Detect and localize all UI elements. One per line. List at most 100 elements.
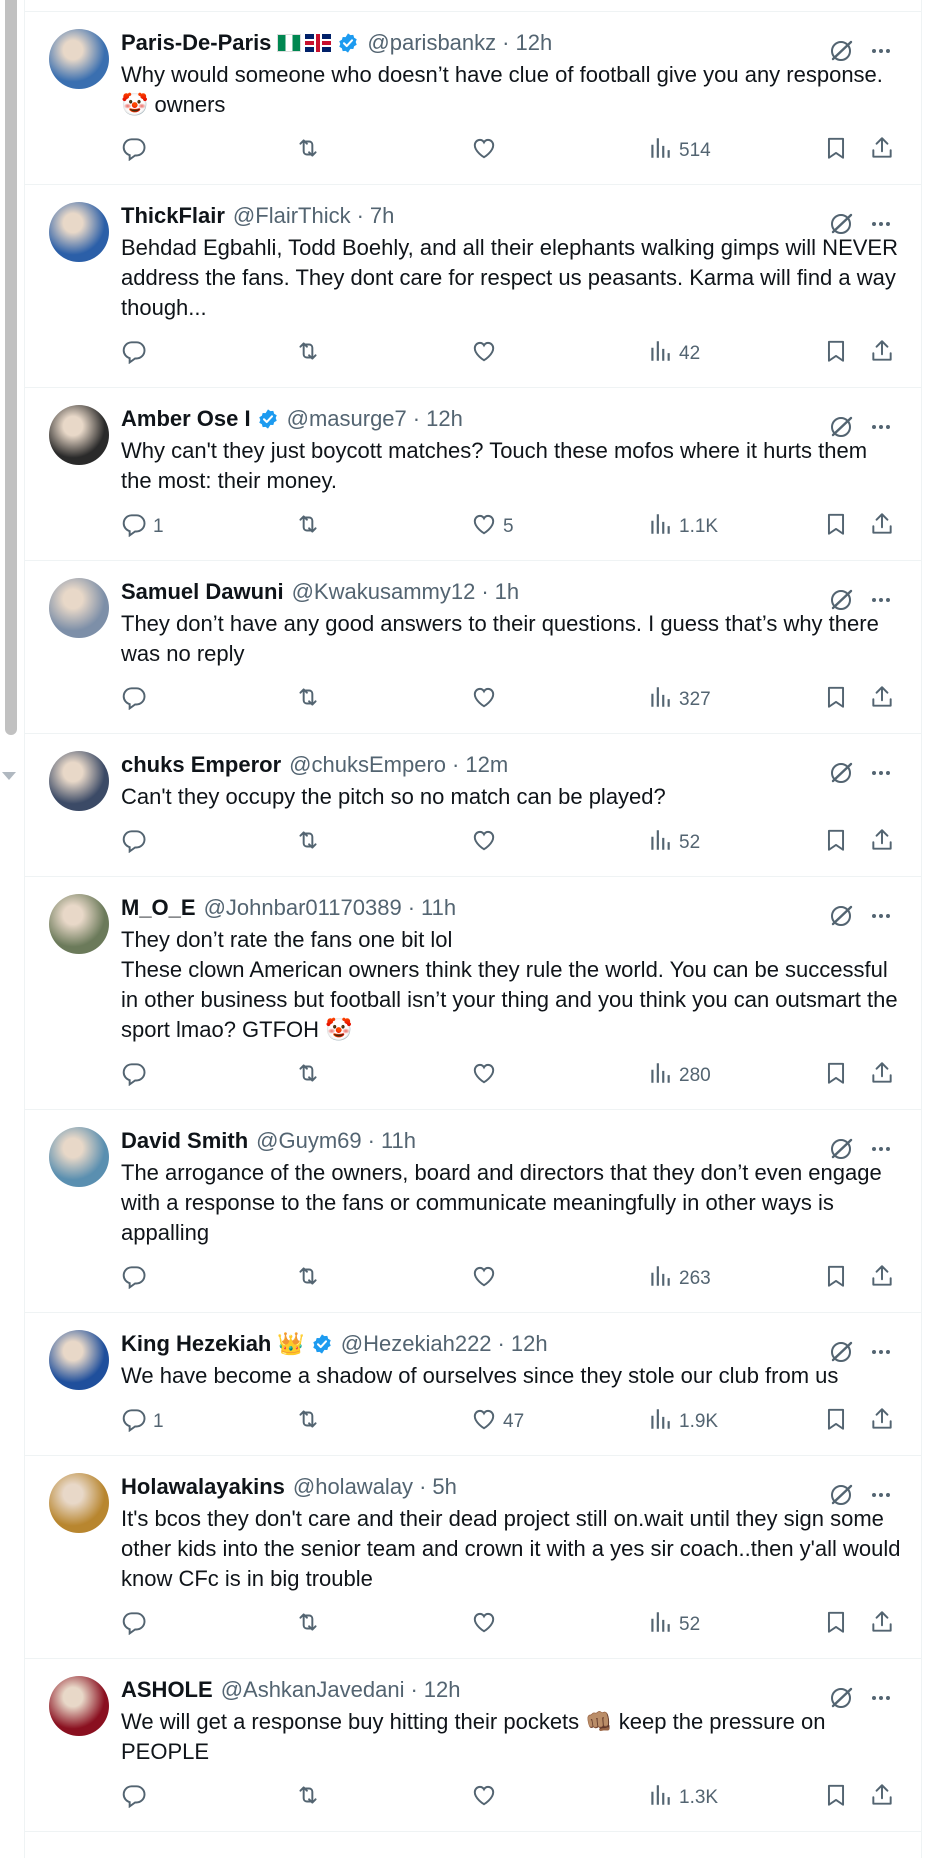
timestamp[interactable]: 11h [381, 1128, 416, 1154]
bookmark-button[interactable] [823, 1405, 849, 1439]
user-handle[interactable]: @parisbankz [367, 30, 496, 56]
more-options-icon[interactable] [867, 1684, 895, 1712]
bookmark-button[interactable] [823, 134, 849, 168]
user-handle[interactable]: @holawalay [293, 1474, 413, 1500]
views-button[interactable]: 42 [647, 337, 700, 371]
more-options-icon[interactable] [867, 586, 895, 614]
views-button[interactable]: 1.3K [647, 1781, 718, 1815]
share-button[interactable] [869, 1405, 895, 1439]
retweet-button[interactable] [295, 1262, 327, 1296]
user-handle[interactable]: @Kwakusammy12 [292, 579, 476, 605]
bookmark-button[interactable] [823, 1608, 849, 1642]
user-handle[interactable]: @AshkanJavedani [221, 1677, 405, 1703]
views-button[interactable]: 280 [647, 1059, 711, 1093]
avatar[interactable] [49, 405, 109, 465]
share-button[interactable] [869, 134, 895, 168]
reply-button[interactable] [121, 1781, 153, 1815]
timestamp[interactable]: 12h [424, 1677, 461, 1703]
reply-button[interactable]: 1 [121, 510, 164, 544]
user-handle[interactable]: @Johnbar01170389 [204, 895, 402, 921]
avatar[interactable] [49, 1676, 109, 1736]
grok-explain-icon[interactable] [827, 586, 855, 614]
more-options-icon[interactable] [867, 902, 895, 930]
retweet-button[interactable] [295, 1059, 327, 1093]
timestamp[interactable]: 12h [426, 406, 463, 432]
display-name[interactable]: David Smith [121, 1128, 248, 1154]
grok-explain-icon[interactable] [827, 37, 855, 65]
display-name[interactable]: Amber Ose I [121, 406, 251, 432]
grok-explain-icon[interactable] [827, 1684, 855, 1712]
avatar[interactable] [49, 202, 109, 262]
display-name[interactable]: chuks Emperor [121, 752, 281, 778]
retweet-button[interactable] [295, 826, 327, 860]
more-options-icon[interactable] [867, 1135, 895, 1163]
scrollbar[interactable] [0, 0, 22, 1858]
views-button[interactable]: 1.9K [647, 1405, 718, 1439]
bookmark-button[interactable] [823, 337, 849, 371]
reply-button[interactable] [121, 683, 153, 717]
user-handle[interactable]: @Hezekiah222 [341, 1331, 492, 1357]
grok-explain-icon[interactable] [827, 1135, 855, 1163]
display-name[interactable]: Paris-De-Paris [121, 30, 271, 56]
avatar[interactable] [49, 1473, 109, 1533]
grok-explain-icon[interactable] [827, 1338, 855, 1366]
retweet-button[interactable] [295, 134, 327, 168]
reply-tweet[interactable]: Paris-De-Paris @parisbankz · 12h Why would s… [25, 12, 921, 185]
like-button[interactable] [471, 1781, 503, 1815]
display-name[interactable]: ASHOLE [121, 1677, 213, 1703]
retweet-button[interactable] [295, 683, 327, 717]
reply-button[interactable] [121, 1608, 153, 1642]
bookmark-button[interactable] [823, 1781, 849, 1815]
reply-button[interactable] [121, 134, 153, 168]
reply-tweet[interactable]: Amber Ose I @masurge7 · 12h Why can't they j… [25, 388, 921, 561]
avatar[interactable] [49, 29, 109, 89]
views-button[interactable]: 263 [647, 1262, 711, 1296]
share-button[interactable] [869, 337, 895, 371]
like-button[interactable] [471, 1262, 503, 1296]
retweet-button[interactable] [295, 510, 327, 544]
like-button[interactable]: 47 [471, 1405, 524, 1439]
share-button[interactable] [869, 826, 895, 860]
avatar[interactable] [49, 578, 109, 638]
scrollbar-thumb[interactable] [5, 0, 17, 735]
scroll-down-arrow-icon[interactable] [2, 772, 16, 780]
more-options-icon[interactable] [867, 413, 895, 441]
grok-explain-icon[interactable] [827, 210, 855, 238]
more-options-icon[interactable] [867, 759, 895, 787]
reply-button[interactable] [121, 1262, 153, 1296]
timestamp[interactable]: 5h [432, 1474, 456, 1500]
bookmark-button[interactable] [823, 683, 849, 717]
display-name[interactable]: Holawalayakins [121, 1474, 285, 1500]
timestamp[interactable]: 11h [421, 895, 456, 921]
like-button[interactable] [471, 683, 503, 717]
grok-explain-icon[interactable] [827, 1481, 855, 1509]
user-handle[interactable]: @Guym69 [256, 1128, 361, 1154]
timestamp[interactable]: 7h [370, 203, 394, 229]
like-button[interactable] [471, 826, 503, 860]
reply-tweet[interactable]: ThickFlair @FlairThick · 7h Behdad Egbahli, … [25, 185, 921, 388]
grok-explain-icon[interactable] [827, 413, 855, 441]
user-handle[interactable]: @FlairThick [233, 203, 351, 229]
share-button[interactable] [869, 1781, 895, 1815]
more-options-icon[interactable] [867, 1481, 895, 1509]
views-button[interactable]: 514 [647, 134, 711, 168]
more-options-icon[interactable] [867, 210, 895, 238]
share-button[interactable] [869, 510, 895, 544]
avatar[interactable] [49, 1127, 109, 1187]
like-button[interactable] [471, 1608, 503, 1642]
like-button[interactable] [471, 1059, 503, 1093]
reply-button[interactable] [121, 337, 153, 371]
timestamp[interactable]: 12h [515, 30, 552, 56]
bookmark-button[interactable] [823, 1059, 849, 1093]
share-button[interactable] [869, 1059, 895, 1093]
share-button[interactable] [869, 1262, 895, 1296]
timestamp[interactable]: 12h [511, 1331, 548, 1357]
display-name[interactable]: King Hezekiah [121, 1331, 271, 1357]
like-button[interactable]: 5 [471, 510, 514, 544]
user-handle[interactable]: @masurge7 [287, 406, 407, 432]
more-options-icon[interactable] [867, 37, 895, 65]
user-handle[interactable]: @chuksEmpero [289, 752, 446, 778]
views-button[interactable]: 327 [647, 683, 711, 717]
grok-explain-icon[interactable] [827, 759, 855, 787]
reply-tweet[interactable]: Holawalayakins @holawalay · 5h It's bcos the… [25, 1456, 921, 1659]
